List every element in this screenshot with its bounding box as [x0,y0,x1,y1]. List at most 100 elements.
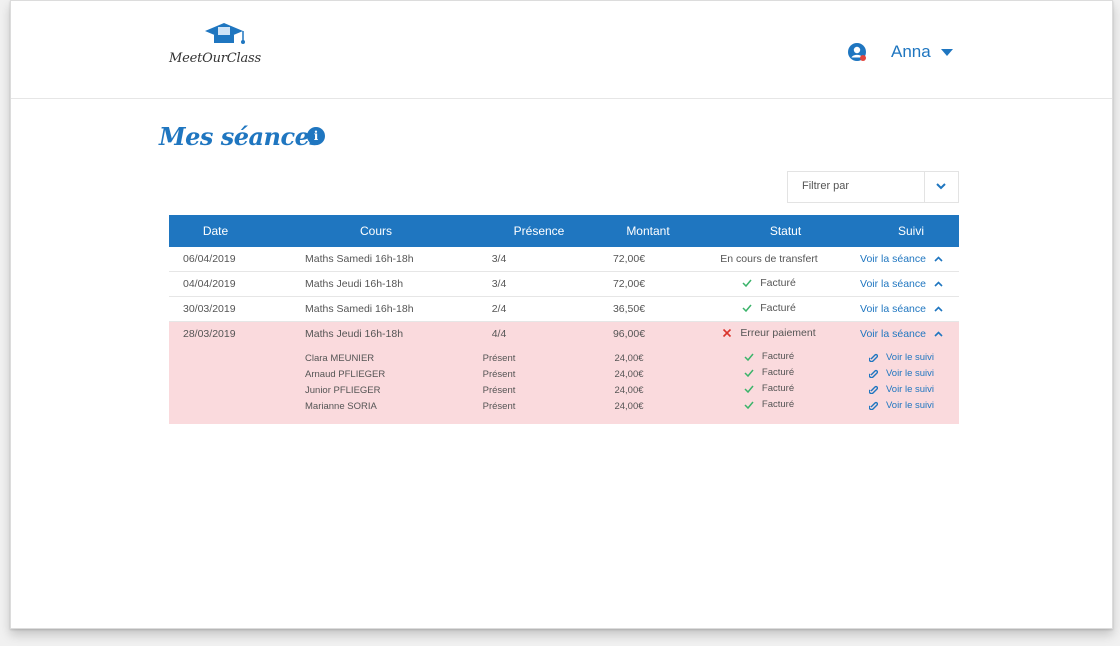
header-statut[interactable]: Statut [708,224,863,238]
link-text[interactable]: Voir la séance [860,328,926,340]
voir-suivi-link[interactable]: Voir le suivi [868,384,934,395]
link-text[interactable]: Voir le suivi [886,352,934,363]
check-icon [742,279,752,288]
cell-presence: 4/4 [491,328,507,340]
status-text: Facturé [761,399,795,411]
link-text[interactable]: Voir le suivi [886,384,934,395]
voir-seance-link[interactable]: Voir la séance [860,278,943,290]
header-suivi[interactable]: Suivi [863,224,959,238]
check-icon [744,385,754,393]
check-icon [744,401,754,409]
table-header: Date Cours Présence Montant Statut Suivi [169,215,959,247]
filter-divider [924,172,925,202]
cell-suivi: Voir la séance [844,253,959,265]
paperclip-icon[interactable] [868,401,878,410]
paperclip-icon[interactable] [868,353,878,362]
header-presence[interactable]: Présence [490,224,588,238]
student-presence: Présent [482,400,516,412]
mortarboard-icon [205,23,245,44]
student-statut: Facturé [694,367,844,381]
header-cours[interactable]: Cours [262,224,490,238]
status-text: Facturé [761,351,795,363]
cell-cours: Maths Samedi 16h-18h [305,303,414,315]
header-date[interactable]: Date [169,224,262,238]
voir-suivi-link[interactable]: Voir le suivi [868,368,934,379]
chevron-up-icon[interactable] [934,281,943,287]
student-montant: 24,00€ [614,368,644,380]
voir-seance-link[interactable]: Voir la séance [860,328,943,340]
paperclip-icon[interactable] [868,369,878,378]
table-row: 06/04/2019 Maths Samedi 16h-18h 3/4 72,0… [169,247,959,272]
sessions-table: Date Cours Présence Montant Statut Suivi… [169,215,959,424]
user-avatar-icon[interactable] [847,42,867,62]
detail-row: Marianne SORIA Présent 24,00€ Facturé Vo… [169,398,959,414]
cell-montant: 96,00€ [612,328,646,340]
session-details: Clara MEUNIER Présent 24,00€ Facturé Voi… [169,346,959,424]
cell-montant: 72,00€ [612,253,646,265]
student-name: Junior PFLIEGER [305,384,381,396]
link-text[interactable]: Voir la séance [860,253,926,265]
student-statut: Facturé [694,399,844,413]
chevron-up-icon[interactable] [934,256,943,262]
cell-date: 06/04/2019 [183,253,236,265]
cell-cours: Maths Jeudi 16h-18h [305,328,404,340]
table-row-error: 28/03/2019 Maths Jeudi 16h-18h 4/4 96,00… [169,322,959,346]
cell-date: 28/03/2019 [183,328,236,340]
student-statut: Facturé [694,383,844,397]
check-icon [742,304,752,313]
voir-seance-link[interactable]: Voir la séance [860,253,943,265]
chevron-up-icon[interactable] [934,331,943,337]
link-text[interactable]: Voir le suivi [886,400,934,411]
student-suivi: Voir le suivi [844,368,959,381]
user-menu[interactable]: Anna [847,41,953,63]
header-montant[interactable]: Montant [588,224,708,238]
detail-row: Clara MEUNIER Présent 24,00€ Facturé Voi… [169,350,959,366]
student-presence: Présent [482,352,516,364]
paperclip-icon[interactable] [868,385,878,394]
cell-cours: Maths Jeudi 16h-18h [305,278,404,290]
cell-presence: 3/4 [491,278,507,290]
status-text: Facturé [761,367,795,379]
student-presence: Présent [482,384,516,396]
page-title: Mes séances [159,122,323,151]
table-row: 04/04/2019 Maths Jeudi 16h-18h 3/4 72,00… [169,272,959,297]
student-suivi: Voir le suivi [844,384,959,397]
check-icon [744,353,754,361]
student-name: Clara MEUNIER [305,352,375,364]
detail-row: Arnaud PFLIEGER Présent 24,00€ Facturé V… [169,366,959,382]
logo-text: MeetOurClass [169,51,261,66]
link-text[interactable]: Voir le suivi [886,368,934,379]
brand-logo[interactable]: MeetOurClass [169,21,279,77]
link-text[interactable]: Voir la séance [860,303,926,315]
detail-row: Junior PFLIEGER Présent 24,00€ Facturé V… [169,382,959,398]
student-montant: 24,00€ [614,400,644,412]
cell-suivi: Voir la séance [844,278,959,290]
top-header: MeetOurClass Anna [11,1,1112,99]
cell-date: 30/03/2019 [183,303,236,315]
link-text[interactable]: Voir la séance [860,278,926,290]
cell-statut: Erreur paiement [694,327,844,341]
status-text: En cours de transfert [720,253,818,265]
info-icon[interactable]: i [307,127,325,145]
cell-montant: 36,50€ [612,303,646,315]
filter-dropdown[interactable]: Filtrer par [787,171,959,203]
user-name[interactable]: Anna [891,42,931,62]
student-name: Marianne SORIA [305,400,377,412]
status-text: Erreur paiement [740,327,816,339]
student-statut: Facturé [694,351,844,365]
status-text: Facturé [760,302,796,314]
voir-suivi-link[interactable]: Voir le suivi [868,352,934,363]
cell-statut: Facturé [694,277,844,291]
caret-down-icon[interactable] [940,48,953,56]
chevron-down-icon[interactable] [929,180,953,194]
cell-date: 04/04/2019 [183,278,236,290]
student-presence: Présent [482,368,516,380]
voir-seance-link[interactable]: Voir la séance [860,303,943,315]
chevron-up-icon[interactable] [934,306,943,312]
voir-suivi-link[interactable]: Voir le suivi [868,400,934,411]
cell-statut: Facturé [694,302,844,316]
cell-presence: 2/4 [491,303,507,315]
filter-label: Filtrer par [802,180,850,192]
status-text: Facturé [760,277,796,289]
student-montant: 24,00€ [614,384,644,396]
